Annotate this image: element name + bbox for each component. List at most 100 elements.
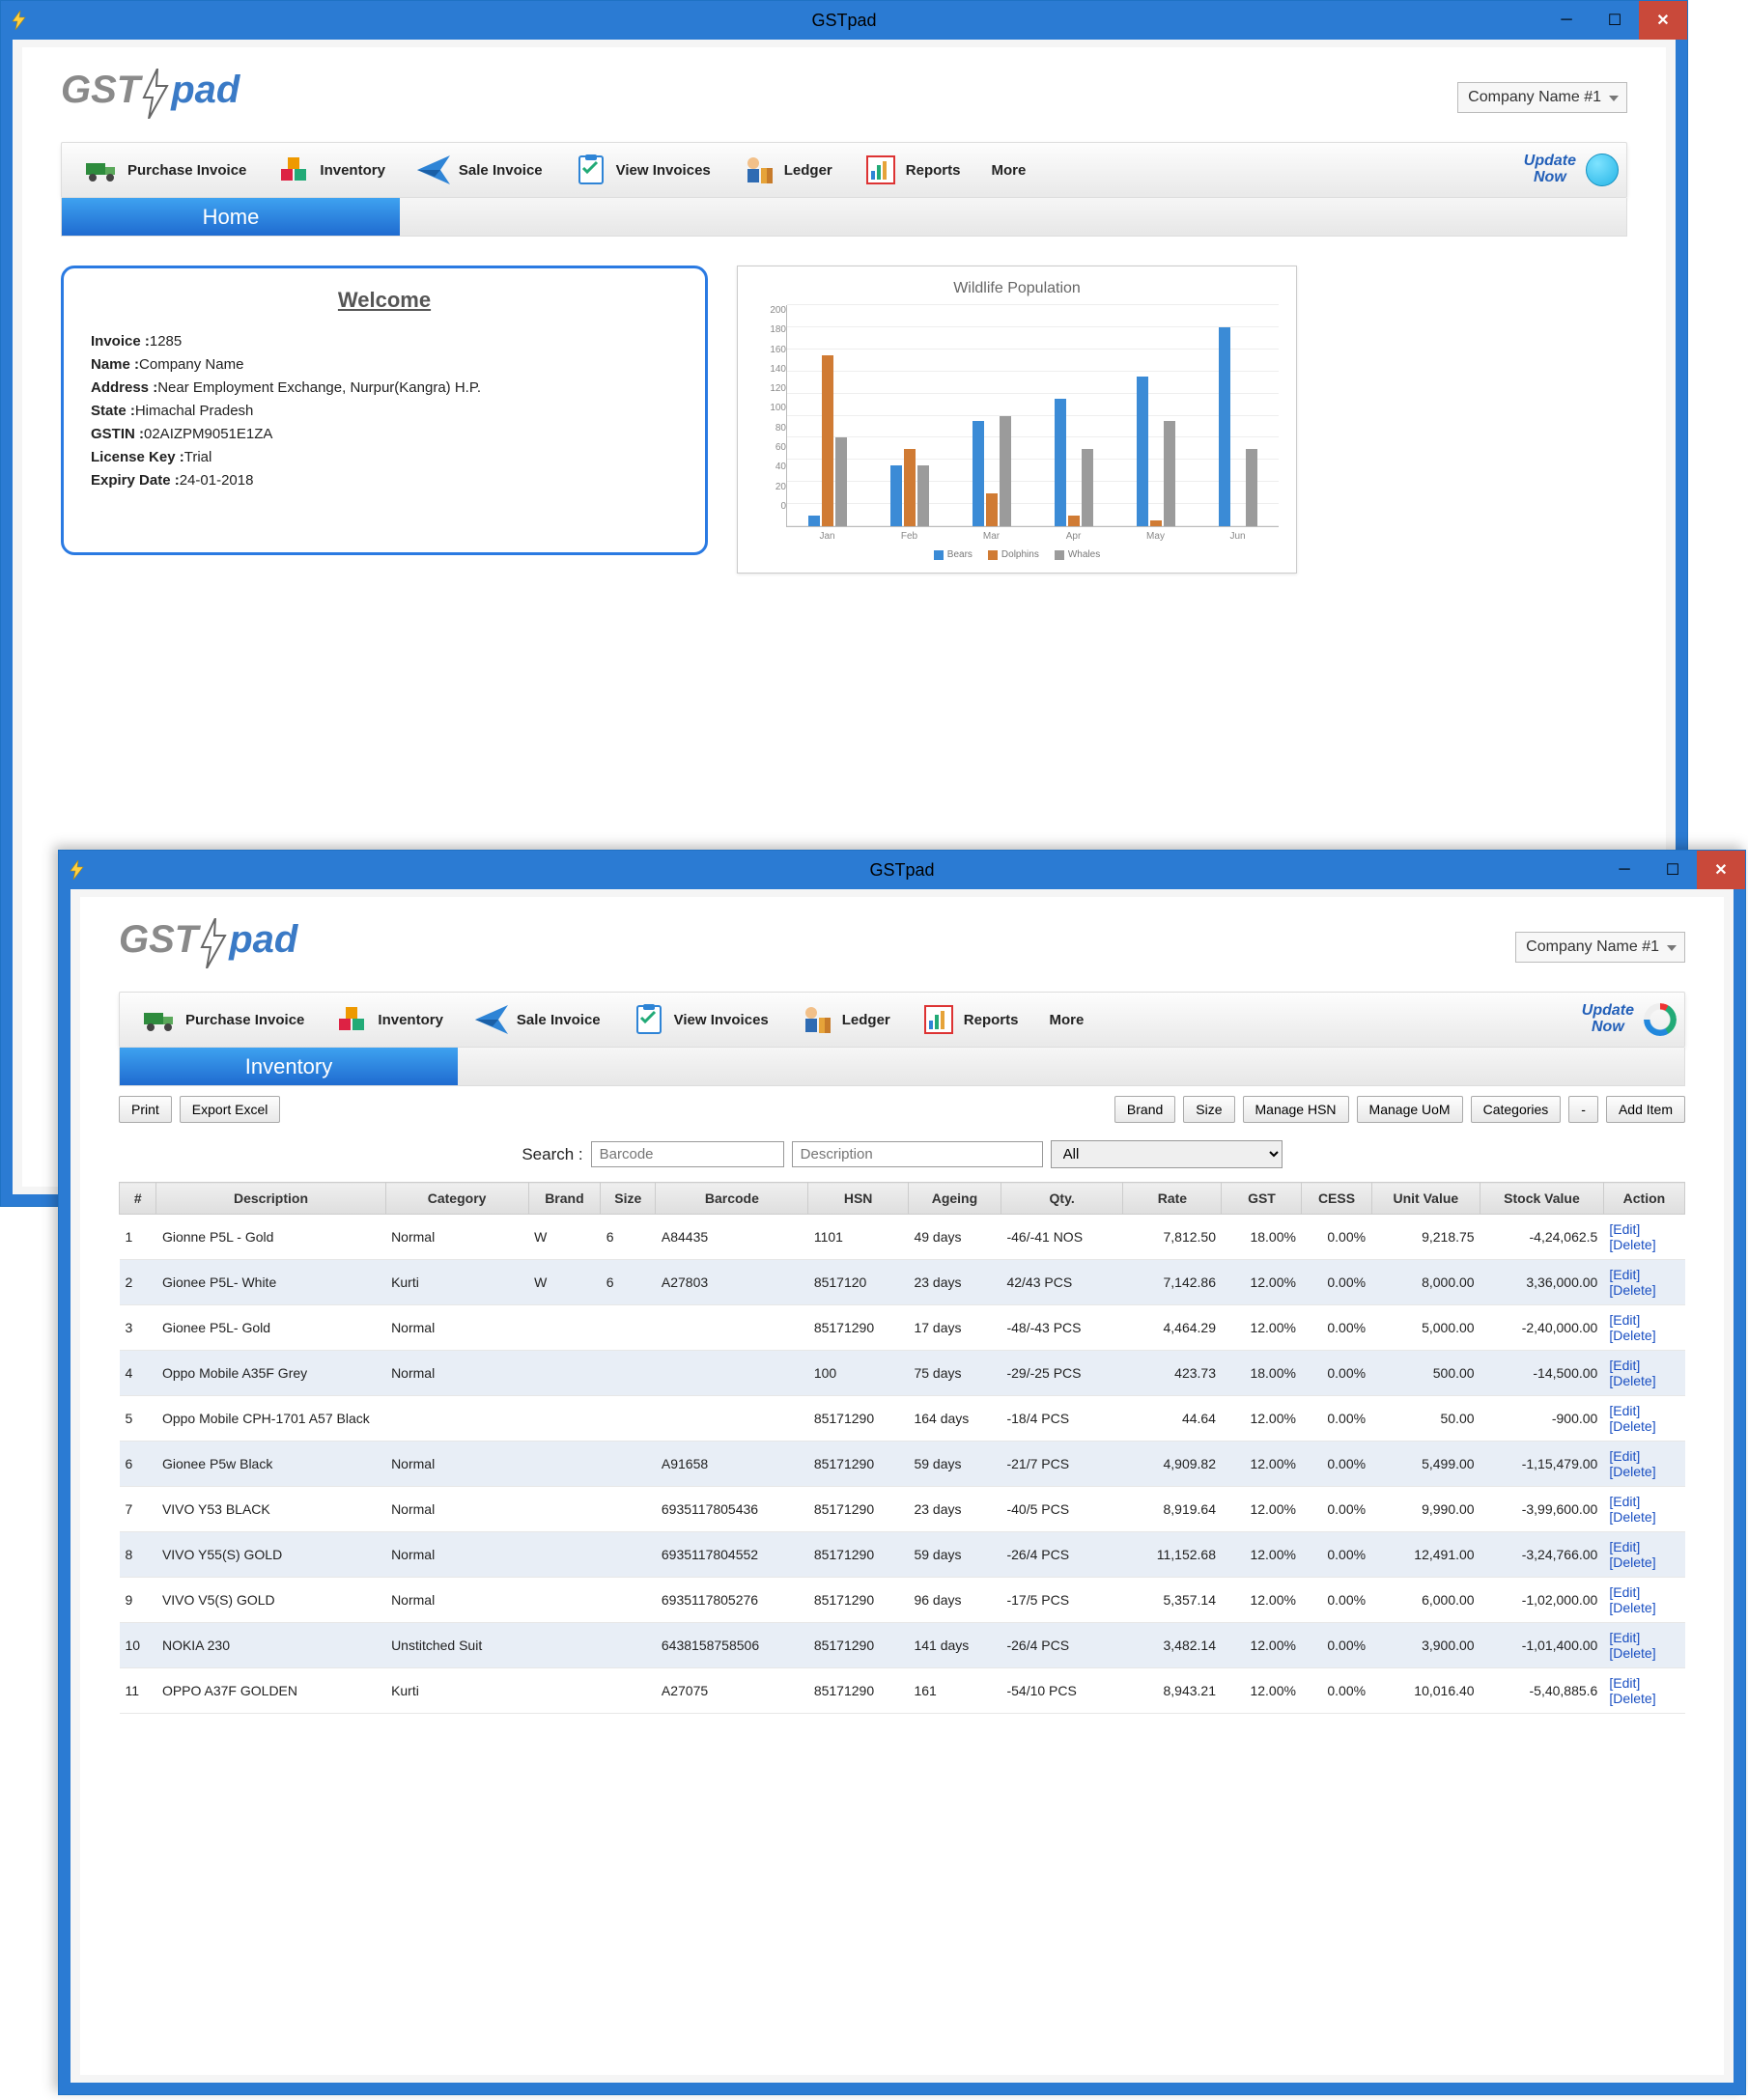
main-toolbar: Purchase Invoice InventorySale InvoiceVie…	[61, 142, 1627, 198]
toolbar-reports[interactable]: Reports	[906, 998, 1034, 1041]
bar	[986, 493, 998, 526]
manage-hsn-button[interactable]: Manage HSN	[1243, 1096, 1349, 1123]
delete-link[interactable]: [Delete]	[1609, 1237, 1678, 1252]
brand-button[interactable]: Brand	[1114, 1096, 1175, 1123]
toolbar-inventory[interactable]: Inventory	[320, 998, 459, 1041]
search-description-input[interactable]	[792, 1141, 1043, 1167]
edit-link[interactable]: [Edit]	[1609, 1312, 1678, 1328]
col-ageing[interactable]: Ageing	[908, 1183, 1001, 1215]
bar	[1055, 399, 1066, 526]
--button[interactable]: -	[1568, 1096, 1598, 1123]
manage-uom-button[interactable]: Manage UoM	[1357, 1096, 1463, 1123]
col-cess[interactable]: CESS	[1302, 1183, 1371, 1215]
delete-link[interactable]: [Delete]	[1609, 1509, 1678, 1525]
edit-link[interactable]: [Edit]	[1609, 1584, 1678, 1600]
inventory-action-bar: Print Export Excel Brand Size Manage HSN Mana…	[119, 1096, 1685, 1123]
delete-link[interactable]: [Delete]	[1609, 1600, 1678, 1615]
cell-brand: W	[528, 1260, 601, 1305]
delete-link[interactable]: [Delete]	[1609, 1418, 1678, 1434]
toolbar-sale-invoice[interactable]: Sale Invoice	[459, 998, 616, 1041]
edit-link[interactable]: [Edit]	[1609, 1358, 1678, 1373]
col-description[interactable]: Description	[156, 1183, 385, 1215]
cell-stock-value: -1,01,400.00	[1480, 1623, 1604, 1668]
chart-plot	[786, 305, 1279, 527]
cell-unit-value: 5,000.00	[1371, 1305, 1480, 1351]
cell-gst: 12.00%	[1222, 1668, 1302, 1714]
export-excel-button[interactable]: Export Excel	[180, 1096, 281, 1123]
paperplane-icon	[474, 1002, 509, 1037]
cell-ageing: 96 days	[908, 1578, 1001, 1623]
cell-qty: -26/4 PCS	[1001, 1623, 1122, 1668]
col-barcode[interactable]: Barcode	[656, 1183, 808, 1215]
toolbar-more[interactable]: More	[1033, 1008, 1099, 1032]
toolbar-label: Purchase Invoice	[127, 162, 246, 179]
col-qty-[interactable]: Qty.	[1001, 1183, 1122, 1215]
update-now-link[interactable]: UpdateNow	[1582, 1003, 1634, 1036]
cell-description: Gionee P5L- Gold	[156, 1305, 385, 1351]
edit-link[interactable]: [Edit]	[1609, 1267, 1678, 1282]
edit-link[interactable]: [Edit]	[1609, 1630, 1678, 1645]
boxes-icon	[335, 1002, 370, 1037]
delete-link[interactable]: [Delete]	[1609, 1464, 1678, 1479]
close-button[interactable]: ✕	[1639, 1, 1687, 40]
delete-link[interactable]: [Delete]	[1609, 1328, 1678, 1343]
toolbar-view-invoices[interactable]: View Invoices	[558, 149, 726, 191]
close-button[interactable]: ✕	[1697, 851, 1745, 889]
cell-category: Kurti	[385, 1668, 528, 1714]
x-tick: Feb	[868, 527, 950, 542]
delete-link[interactable]: [Delete]	[1609, 1645, 1678, 1661]
edit-link[interactable]: [Edit]	[1609, 1448, 1678, 1464]
company-selector[interactable]: Company Name #1	[1457, 82, 1627, 113]
toolbar-inventory[interactable]: Inventory	[262, 149, 401, 191]
toolbar-purchase-invoice[interactable]: Purchase Invoice	[70, 149, 262, 191]
add-item-button[interactable]: Add Item	[1606, 1096, 1685, 1123]
edit-link[interactable]: [Edit]	[1609, 1221, 1678, 1237]
minimize-button[interactable]: ─	[1542, 1, 1591, 40]
maximize-button[interactable]: ☐	[1591, 1, 1639, 40]
edit-link[interactable]: [Edit]	[1609, 1403, 1678, 1418]
search-barcode-input[interactable]	[591, 1141, 784, 1167]
chart-x-axis: JanFebMarAprMayJun	[786, 527, 1279, 542]
toolbar-view-invoices[interactable]: View Invoices	[616, 998, 784, 1041]
toolbar-ledger[interactable]: Ledger	[784, 998, 906, 1041]
update-now-link[interactable]: UpdateNow	[1524, 154, 1576, 186]
col-gst[interactable]: GST	[1222, 1183, 1302, 1215]
tab-inventory[interactable]: Inventory	[120, 1048, 458, 1085]
toolbar-reports[interactable]: Reports	[848, 149, 976, 191]
cell-brand	[528, 1668, 601, 1714]
toolbar-purchase-invoice[interactable]: Purchase Invoice	[127, 998, 320, 1041]
col-hsn[interactable]: HSN	[808, 1183, 909, 1215]
size-button[interactable]: Size	[1183, 1096, 1234, 1123]
col-category[interactable]: Category	[385, 1183, 528, 1215]
company-selector[interactable]: Company Name #1	[1515, 932, 1685, 963]
col-action[interactable]: Action	[1603, 1183, 1684, 1215]
cell-category: Normal	[385, 1532, 528, 1578]
edit-link[interactable]: [Edit]	[1609, 1675, 1678, 1691]
edit-link[interactable]: [Edit]	[1609, 1539, 1678, 1554]
toolbar-ledger[interactable]: Ledger	[726, 149, 848, 191]
minimize-button[interactable]: ─	[1600, 851, 1649, 889]
cell-category: Unstitched Suit	[385, 1623, 528, 1668]
col--[interactable]: #	[120, 1183, 156, 1215]
delete-link[interactable]: [Delete]	[1609, 1691, 1678, 1706]
col-brand[interactable]: Brand	[528, 1183, 601, 1215]
print-button[interactable]: Print	[119, 1096, 172, 1123]
categories-button[interactable]: Categories	[1471, 1096, 1562, 1123]
table-row: 5Oppo Mobile CPH-1701 A57 Black851712901…	[120, 1396, 1685, 1442]
delete-link[interactable]: [Delete]	[1609, 1373, 1678, 1388]
delete-link[interactable]: [Delete]	[1609, 1282, 1678, 1298]
maximize-button[interactable]: ☐	[1649, 851, 1697, 889]
col-size[interactable]: Size	[601, 1183, 656, 1215]
edit-link[interactable]: [Edit]	[1609, 1494, 1678, 1509]
toolbar-sale-invoice[interactable]: Sale Invoice	[401, 149, 558, 191]
cell-index: 11	[120, 1668, 156, 1714]
col-stock-value[interactable]: Stock Value	[1480, 1183, 1604, 1215]
cell-ageing: 17 days	[908, 1305, 1001, 1351]
delete-link[interactable]: [Delete]	[1609, 1554, 1678, 1570]
search-filter-select[interactable]: All	[1051, 1140, 1283, 1168]
col-unit-value[interactable]: Unit Value	[1371, 1183, 1480, 1215]
col-rate[interactable]: Rate	[1123, 1183, 1222, 1215]
tab-home[interactable]: Home	[62, 198, 400, 236]
cell-description: VIVO Y53 BLACK	[156, 1487, 385, 1532]
toolbar-more[interactable]: More	[975, 158, 1041, 182]
